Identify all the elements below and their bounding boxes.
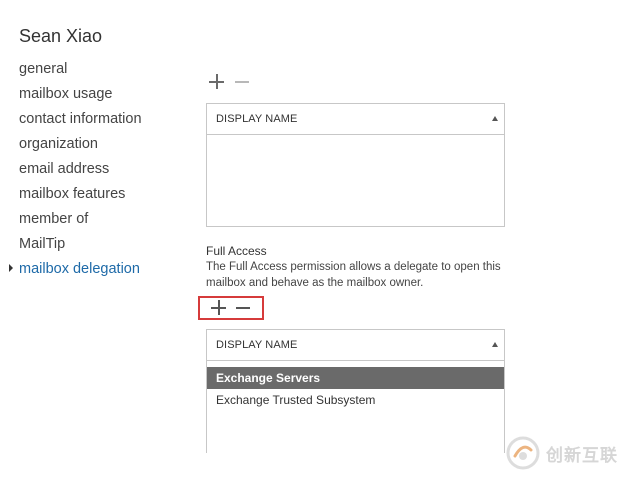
nav-item-general[interactable]: general — [19, 60, 142, 85]
watermark-logo-icon — [506, 436, 540, 470]
column-header-display-name[interactable]: DISPLAY NAME — [207, 104, 504, 135]
full-access-label: Full Access — [206, 244, 267, 258]
nav-item-label: organization — [19, 136, 98, 152]
nav-item-contact-information[interactable]: contact information — [19, 110, 142, 135]
table-row[interactable]: Exchange Trusted Subsystem — [207, 389, 504, 411]
column-header-display-name[interactable]: DISPLAY NAME — [207, 330, 504, 361]
watermark: 创新互联 — [500, 428, 640, 478]
full-access-grid-body: Exchange Servers Exchange Trusted Subsys… — [207, 361, 504, 411]
nav-item-label: mailbox features — [19, 186, 126, 202]
nav-item-label: MailTip — [19, 236, 66, 252]
remove-icon[interactable] — [235, 74, 251, 90]
send-as-grid: DISPLAY NAME — [206, 103, 505, 227]
nav-item-mailbox-delegation[interactable]: mailbox delegation — [9, 260, 142, 285]
page-title: Sean Xiao — [19, 26, 103, 47]
nav-item-label: email address — [19, 161, 110, 177]
nav-item-email-address[interactable]: email address — [19, 160, 142, 185]
table-cell-display-name: Exchange Trusted Subsystem — [216, 393, 376, 407]
nav-item-label: member of — [19, 211, 89, 227]
nav-item-member-of[interactable]: member of — [19, 210, 142, 235]
watermark-text: 创新互联 — [546, 445, 618, 465]
send-as-toolbar — [209, 74, 251, 90]
full-access-grid: DISPLAY NAME Exchange Servers Exchange T… — [206, 329, 505, 453]
add-icon[interactable] — [211, 300, 227, 316]
nav-item-organization[interactable]: organization — [19, 135, 142, 160]
table-cell-display-name: Exchange Servers — [216, 371, 321, 385]
add-icon[interactable] — [209, 74, 225, 90]
sort-ascending-icon — [492, 116, 498, 121]
column-header-label: DISPLAY NAME — [216, 113, 298, 125]
remove-icon[interactable] — [236, 300, 252, 316]
selected-marker-icon — [9, 264, 13, 272]
full-access-description: The Full Access permission allows a dele… — [206, 261, 501, 289]
nav-item-label: mailbox delegation — [19, 261, 140, 277]
nav-item-label: general — [19, 61, 68, 77]
full-access-toolbar — [198, 296, 264, 320]
sidebar-nav: general mailbox usage contact informatio… — [9, 60, 142, 285]
column-header-label: DISPLAY NAME — [216, 339, 298, 351]
table-row[interactable]: Exchange Servers — [207, 367, 504, 389]
nav-item-mailtip[interactable]: MailTip — [19, 235, 142, 260]
nav-item-mailbox-usage[interactable]: mailbox usage — [19, 85, 142, 110]
nav-item-mailbox-features[interactable]: mailbox features — [19, 185, 142, 210]
nav-item-label: contact information — [19, 111, 142, 127]
nav-item-label: mailbox usage — [19, 86, 113, 102]
sort-ascending-icon — [492, 342, 498, 347]
